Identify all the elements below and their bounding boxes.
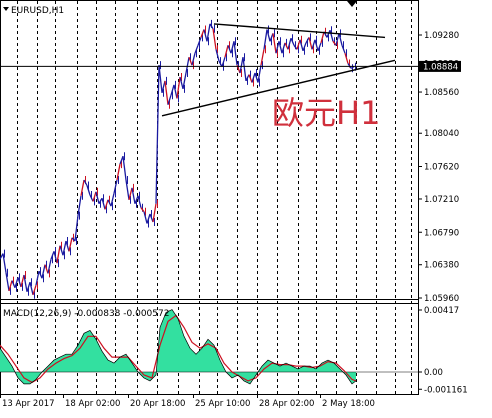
- current-price-label: 1.08884: [423, 62, 458, 72]
- price-segment-118: [350, 66, 355, 69]
- macd-tick-label-0: 0.00417: [424, 306, 459, 316]
- price-tick-label-8: 1.05960: [424, 294, 459, 304]
- time-tick-label-4: 28 Apr 02:00: [259, 399, 314, 409]
- time-tick-label-3: 25 Apr 10:00: [195, 399, 250, 409]
- macd-axis: 0.00417 0.00 -0.001161: [418, 306, 468, 395]
- vertical-grid: [17, 1, 412, 394]
- time-tick-label-5: 2 May 18:00: [322, 399, 375, 409]
- price-tick-label-2: 1.08560: [424, 88, 459, 98]
- chart-annotation: 欧元H1: [272, 94, 380, 132]
- symbol-title: EURUSD,H1: [3, 6, 64, 16]
- time-tick-label-1: 18 Apr 02:00: [65, 399, 120, 409]
- macd-tick-label-1: 0.00: [424, 368, 443, 378]
- current-price-marker: 1.08884: [419, 60, 461, 72]
- price-segment-54: [158, 65, 163, 93]
- price-tick-label-0: 1.09280: [424, 31, 459, 41]
- macd-histogram: [0, 309, 356, 384]
- symbol-title-text: EURUSD,H1: [11, 6, 64, 16]
- chart-shift-icon[interactable]: [347, 1, 357, 7]
- price-tick-label-5: 1.07210: [424, 195, 459, 205]
- time-axis: 13 Apr 2017 18 Apr 02:00 20 Apr 18:00 25 Ap…: [0, 394, 375, 409]
- triangle-down-icon: [3, 7, 9, 11]
- price-pane: [0, 19, 356, 299]
- price-tick-label-4: 1.07620: [424, 163, 459, 173]
- trendline-0: [213, 23, 386, 39]
- price-tick-label-7: 1.06380: [424, 261, 459, 271]
- price-tick-label-3: 1.08040: [424, 129, 459, 139]
- macd-label: MACD(12,26,9) -0.000838 -0.000572: [3, 309, 169, 319]
- time-tick-label-2: 20 Apr 18:00: [130, 399, 185, 409]
- price-tick-label-6: 1.06790: [424, 228, 459, 238]
- time-tick-label-0: 13 Apr 2017: [2, 399, 55, 409]
- macd-pane: [0, 309, 418, 385]
- eurusd-h1-chart: 1.092801.089201.085601.080401.076201.072…: [0, 0, 468, 409]
- macd-tick-label-2: -0.001161: [424, 385, 468, 395]
